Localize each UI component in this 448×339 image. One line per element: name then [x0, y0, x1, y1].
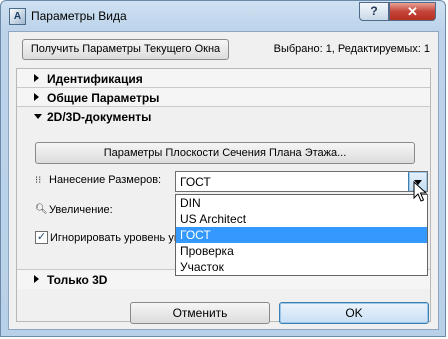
- dropdown-option[interactable]: Проверка: [176, 243, 427, 259]
- section-2d3d-docs[interactable]: 2D/3D-документы: [17, 107, 430, 127]
- dialog-window: A Параметры Вида ? ✕ Получить Параметры …: [0, 0, 446, 337]
- dimensioning-dropdown-list: DIN US Architect ГОСТ Проверка Участок: [175, 194, 428, 276]
- window-title: Параметры Вида: [31, 9, 127, 23]
- selection-status: Выбрано: 1, Редактируемых: 1: [273, 43, 430, 55]
- expand-arrow-icon: [34, 93, 39, 101]
- magnifier-icon: 🔍︎: [35, 204, 48, 215]
- dropdown-option[interactable]: Участок: [176, 259, 427, 275]
- dropdown-option[interactable]: DIN: [176, 195, 427, 211]
- section-general[interactable]: Общие Параметры: [17, 88, 430, 107]
- help-button[interactable]: ?: [359, 2, 389, 21]
- dimensioning-label: Нанесение Размеров:: [49, 174, 162, 186]
- collapse-arrow-icon: [34, 114, 42, 119]
- dialog-body: Получить Параметры Текущего Окна Выбрано…: [8, 31, 439, 330]
- dimensioning-select-value: ГОСТ: [180, 175, 211, 189]
- mouse-cursor-icon: [413, 181, 427, 202]
- dimensioning-select[interactable]: ГОСТ: [175, 171, 428, 192]
- section-label: Общие Параметры: [47, 91, 160, 105]
- section-plane-settings-button[interactable]: Параметры Плоскости Сечения Плана Этажа.…: [35, 142, 415, 164]
- cancel-button[interactable]: Отменить: [130, 302, 270, 324]
- expand-arrow-icon: [34, 74, 39, 82]
- zoom-label: Увеличение:: [49, 204, 113, 216]
- expand-arrow-icon: [34, 275, 39, 283]
- section-label: Идентификация: [47, 72, 143, 86]
- get-current-window-params-button[interactable]: Получить Параметры Текущего Окна: [22, 39, 229, 60]
- dimension-icon: ⁝⁝: [35, 175, 42, 186]
- section-identification[interactable]: Идентификация: [17, 69, 430, 88]
- ok-button[interactable]: OK: [279, 302, 429, 324]
- section-label: Только 3D: [47, 273, 108, 287]
- section-label: 2D/3D-документы: [47, 110, 152, 124]
- app-icon: A: [9, 8, 26, 25]
- ignore-zoom-checkbox[interactable]: ✓: [35, 231, 48, 244]
- ignore-zoom-label: Игнорировать уровень уве: [50, 232, 186, 244]
- close-button[interactable]: ✕: [389, 2, 436, 21]
- dropdown-option-selected[interactable]: ГОСТ: [176, 227, 427, 243]
- top-bar: Получить Параметры Текущего Окна Выбрано…: [9, 32, 438, 64]
- dropdown-option[interactable]: US Architect: [176, 211, 427, 227]
- title-bar[interactable]: A Параметры Вида ? ✕: [1, 1, 445, 33]
